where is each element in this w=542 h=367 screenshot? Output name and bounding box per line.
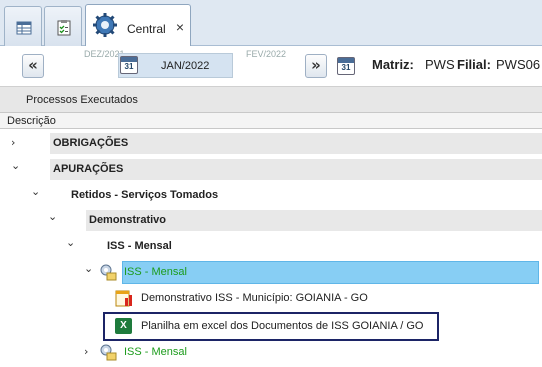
tree-label: ISS - Mensal xyxy=(124,266,187,278)
process-gear-icon xyxy=(100,344,117,361)
tree-row-iss-mensal-group[interactable]: ⌄ ISS - Mensal xyxy=(0,234,542,259)
month-selector[interactable]: 31 JAN/2022 xyxy=(118,53,233,78)
calendar-button-icon[interactable]: 31 xyxy=(337,57,355,75)
central-tab[interactable]: Central × xyxy=(85,4,191,47)
tab-strip: Central × xyxy=(0,0,542,47)
tree-label: Demonstrativo xyxy=(89,214,167,226)
chevron-down-icon[interactable]: ⌄ xyxy=(11,159,20,172)
tree-label: OBRIGAÇÕES xyxy=(53,137,129,149)
highlight-box xyxy=(103,312,439,341)
report-chart-icon xyxy=(115,290,132,307)
chevron-down-icon[interactable]: ⌄ xyxy=(84,262,93,275)
prev-month-button[interactable]: « xyxy=(22,54,44,78)
tree-row-obrigacoes[interactable]: › OBRIGAÇÕES xyxy=(0,131,542,156)
tree-row-report[interactable]: Demonstrativo ISS - Município: GOIANIA -… xyxy=(0,286,542,311)
next-month-button[interactable]: » xyxy=(305,54,327,78)
tree-row-iss-mensal-selected[interactable]: ⌄ ISS - Mensal xyxy=(0,260,542,285)
chevron-down-icon[interactable]: ⌄ xyxy=(31,185,40,198)
grid-icon xyxy=(16,21,32,35)
chevron-down-icon[interactable]: ⌄ xyxy=(48,210,57,223)
grid-tab[interactable] xyxy=(4,6,42,46)
tree-label: Retidos - Serviços Tomados xyxy=(71,189,219,201)
tree-row-apuracoes[interactable]: ⌄ APURAÇÕES xyxy=(0,157,542,182)
gear-icon xyxy=(93,13,117,37)
checklist-icon xyxy=(57,20,71,36)
filial-label: Filial: xyxy=(457,57,491,72)
tree-label: APURAÇÕES xyxy=(53,163,124,175)
column-title: Descrição xyxy=(7,115,56,127)
close-icon[interactable]: × xyxy=(176,19,184,35)
tree-row-retidos[interactable]: ⌄ Retidos - Serviços Tomados xyxy=(0,183,542,208)
tab-label: Central xyxy=(127,22,166,36)
tree-label: Demonstrativo ISS - Município: GOIANIA -… xyxy=(141,292,368,304)
filial-value: PWS06 xyxy=(496,57,541,72)
group-header: Processos Executados xyxy=(0,86,542,112)
checklist-tab[interactable] xyxy=(44,6,82,46)
column-header[interactable]: Descrição xyxy=(0,112,542,129)
chevron-right-icon[interactable]: › xyxy=(11,136,15,149)
calendar-icon: 31 xyxy=(120,56,138,74)
group-title: Processos Executados xyxy=(26,94,138,106)
next-month-label: FEV/2022 xyxy=(246,49,287,59)
chevron-right-icon[interactable]: › xyxy=(84,345,88,358)
matriz-value: PWS xyxy=(425,57,455,72)
matriz-label: Matriz: xyxy=(372,57,414,72)
current-month: JAN/2022 xyxy=(161,60,210,72)
chevron-down-icon[interactable]: ⌄ xyxy=(66,236,75,249)
tree-row-iss-mensal-collapsed[interactable]: › ISS - Mensal xyxy=(0,340,542,365)
toolbar: « DEZ/2021 31 JAN/2022 FEV/2022 » 31 Mat… xyxy=(0,46,542,86)
process-gear-icon xyxy=(100,264,117,281)
tree-row-demonstrativo[interactable]: ⌄ Demonstrativo xyxy=(0,208,542,233)
tree-label: ISS - Mensal xyxy=(124,346,187,358)
tree-label: ISS - Mensal xyxy=(107,240,172,252)
